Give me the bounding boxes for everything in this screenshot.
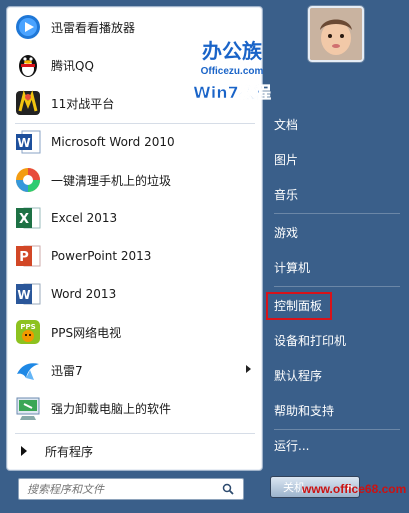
program-label: Excel 2013 (51, 211, 118, 225)
search-box[interactable] (18, 478, 244, 500)
word-icon: W (13, 279, 43, 309)
logo-line-2: Officezu.com (201, 66, 264, 77)
program-label: 11对战平台 (51, 96, 115, 111)
qq-penguin-icon (13, 50, 43, 80)
program-label: 迅雷7 (51, 363, 83, 378)
program-item-excel[interactable]: X Excel 2013 (11, 201, 257, 235)
program-item-powerpoint[interactable]: P PowerPoint 2013 (11, 239, 257, 273)
program-label: 腾讯QQ (51, 58, 94, 73)
all-programs-label: 所有程序 (45, 444, 94, 459)
divider (15, 433, 255, 434)
svg-text:W: W (17, 136, 30, 150)
powerpoint-icon: P (13, 241, 43, 271)
program-label: PPS网络电视 (51, 325, 122, 340)
svg-text:W: W (17, 288, 30, 302)
svg-text:PPS: PPS (20, 323, 35, 331)
xunlei-kankan-icon (13, 12, 43, 42)
excel-icon: X (13, 203, 43, 233)
program-label: Microsoft Word 2010 (51, 135, 175, 149)
program-item-word-2010[interactable]: W Microsoft Word 2010 (11, 125, 257, 159)
places-item-run[interactable]: 运行... (274, 436, 309, 456)
uninstaller-icon (13, 393, 43, 423)
program-label: 迅雷看看播放器 (51, 20, 136, 35)
program-item-phone-cleaner[interactable]: 一键清理手机上的垃圾 (11, 163, 257, 197)
places-item-help-support[interactable]: 帮助和支持 (274, 401, 334, 421)
xunlei-bird-icon (13, 355, 43, 385)
svg-text:X: X (19, 212, 29, 227)
divider (15, 123, 255, 124)
submenu-arrow-icon[interactable] (246, 365, 251, 373)
start-menu: 迅雷看看播放器 腾讯QQ 11对战平台 W Microsoft Word 201… (0, 0, 409, 513)
divider (274, 429, 400, 430)
program-item-xunlei7[interactable]: 迅雷7 (11, 353, 257, 387)
pps-icon: PPS (13, 317, 43, 347)
program-item-pps[interactable]: PPS PPS网络电视 (11, 315, 257, 349)
places-item-pictures[interactable]: 图片 (274, 150, 298, 170)
places-panel: 文档 图片 音乐 游戏 计算机 控制面板 设备和打印机 默认程序 帮助和支持 运… (266, 0, 409, 513)
places-item-music[interactable]: 音乐 (274, 185, 298, 205)
divider (274, 213, 400, 214)
program-item-uninstaller[interactable]: 强力卸载电脑上的软件 (11, 391, 257, 425)
places-item-games[interactable]: 游戏 (274, 223, 298, 243)
phone-cleaner-icon (13, 165, 43, 195)
svg-text:P: P (19, 250, 29, 265)
program-label: 强力卸载电脑上的软件 (51, 401, 172, 416)
program-label: PowerPoint 2013 (51, 249, 152, 263)
search-icon[interactable] (219, 480, 237, 498)
divider (274, 286, 400, 287)
search-input[interactable] (19, 481, 219, 497)
expand-arrow-icon (21, 446, 27, 456)
places-item-devices-printers[interactable]: 设备和打印机 (274, 331, 346, 351)
program-item-word[interactable]: W Word 2013 (11, 277, 257, 311)
program-label: 一键清理手机上的垃圾 (51, 173, 172, 188)
11-battle-icon (13, 88, 43, 118)
logo-line-1: 办公族 (202, 39, 263, 63)
places-item-default-programs[interactable]: 默认程序 (274, 366, 322, 386)
places-item-documents[interactable]: 文档 (274, 115, 298, 135)
word-2010-icon: W (13, 127, 43, 157)
all-programs-button[interactable]: 所有程序 (17, 441, 93, 461)
control-panel-highlight (266, 292, 332, 320)
logo-line-3: Win7教程 (193, 83, 271, 102)
watermark: www.office68.com (302, 482, 407, 496)
program-label: Word 2013 (51, 287, 117, 301)
places-item-computer[interactable]: 计算机 (274, 258, 310, 278)
